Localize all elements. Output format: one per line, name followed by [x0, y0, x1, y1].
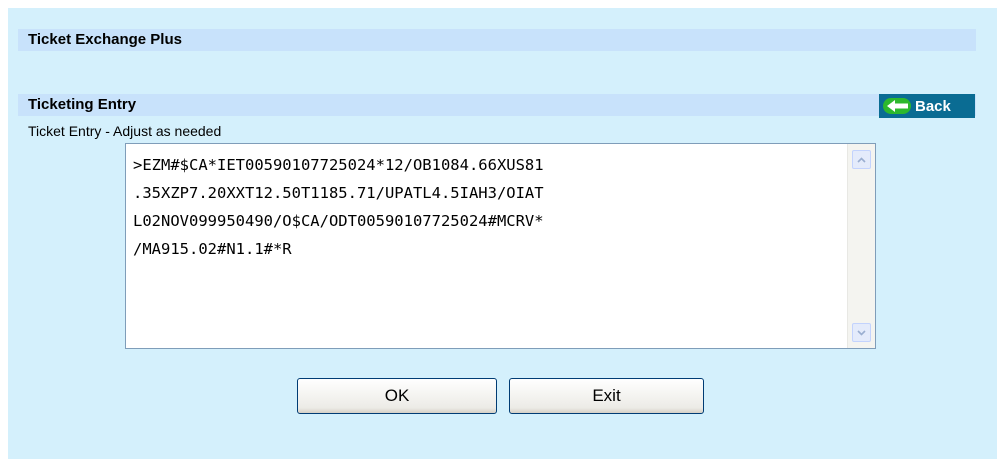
chevron-up-icon — [857, 156, 866, 163]
section-title: Ticketing Entry — [18, 94, 976, 116]
vertical-scrollbar[interactable] — [847, 144, 875, 348]
ticket-line: L02NOV099950490/O$CA/ODT00590107725024#M… — [133, 212, 544, 230]
scroll-up-button[interactable] — [852, 150, 871, 169]
ticket-entry-textarea[interactable]: >EZM#$CA*IET00590107725024*12/OB1084.66X… — [125, 143, 876, 349]
scroll-down-button[interactable] — [852, 323, 871, 342]
back-button-label: Back — [915, 97, 951, 115]
ok-button[interactable]: OK — [297, 378, 497, 414]
ticket-entry-subtitle: Ticket Entry - Adjust as needed — [28, 123, 222, 139]
page-title: Ticket Exchange Plus — [18, 29, 976, 51]
ticket-line: /MA915.02#N1.1#*R — [133, 240, 292, 258]
exit-button[interactable]: Exit — [509, 378, 704, 414]
back-arrow-icon — [883, 98, 911, 114]
ticket-line: >EZM#$CA*IET00590107725024*12/OB1084.66X… — [133, 156, 544, 174]
ticket-entry-text[interactable]: >EZM#$CA*IET00590107725024*12/OB1084.66X… — [133, 151, 845, 263]
chevron-down-icon — [857, 329, 866, 336]
back-button[interactable]: Back — [879, 94, 975, 118]
ticket-line: .35XZP7.20XXT12.50T1185.71/UPATL4.5IAH3/… — [133, 184, 544, 202]
